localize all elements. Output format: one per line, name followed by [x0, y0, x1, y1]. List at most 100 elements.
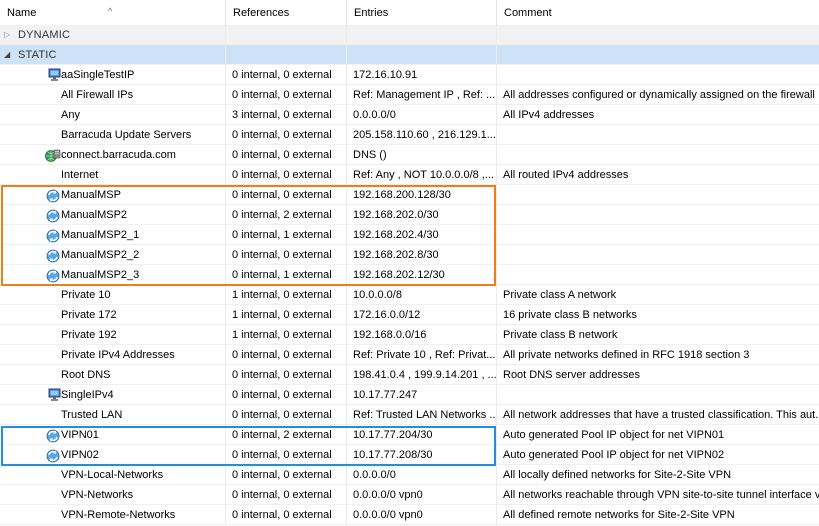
object-name: connect.barracuda.com	[61, 149, 176, 161]
column-header-name-label: Name	[7, 7, 37, 19]
table-row[interactable]: All Firewall IPs 0 internal, 0 external Re…	[0, 85, 819, 105]
table-row[interactable]: ManualMSP2_3 0 internal, 1 external 192.16…	[0, 265, 819, 285]
column-header-entries[interactable]: Entries	[347, 0, 497, 25]
network-host-icon	[47, 388, 61, 402]
name-cell: All Firewall IPs	[0, 85, 226, 105]
refresh-network-icon	[45, 428, 60, 443]
references-cell: 0 internal, 0 external	[226, 145, 347, 165]
references-cell: 1 internal, 0 external	[226, 305, 347, 325]
references-cell: 0 internal, 0 external	[226, 445, 347, 465]
object-name: Trusted LAN	[61, 409, 123, 421]
comment-cell	[497, 245, 819, 265]
references-cell: 0 internal, 1 external	[226, 265, 347, 285]
references-cell: 0 internal, 0 external	[226, 185, 347, 205]
name-cell: VPN-Remote-Networks	[0, 505, 226, 525]
name-cell: Private 172	[0, 305, 226, 325]
table-row[interactable]: VPN-Remote-Networks 0 internal, 0 externa…	[0, 505, 819, 525]
table-row[interactable]: Private 10 1 internal, 0 external 10.0.0.0…	[0, 285, 819, 305]
group-row-static[interactable]: ◢ STATIC	[0, 45, 819, 65]
entries-cell: 192.168.0.0/16	[347, 325, 497, 345]
entries-cell: Ref: Management IP , Ref: ...	[347, 85, 497, 105]
entries-cell: 172.16.10.91	[347, 65, 497, 85]
table-row[interactable]: ManualMSP 0 internal, 0 external 192.168.2…	[0, 185, 819, 205]
expand-arrow-icon[interactable]: ▷	[4, 25, 10, 45]
object-name: VPN-Networks	[61, 489, 134, 501]
entries-cell: 10.17.77.208/30	[347, 445, 497, 465]
name-cell: Private IPv4 Addresses	[0, 345, 226, 365]
entries-cell: 10.0.0.0/8	[347, 285, 497, 305]
object-name: ManualMSP2_1	[61, 229, 140, 241]
entries-cell: 192.168.202.8/30	[347, 245, 497, 265]
object-name: SingleIPv4	[61, 389, 114, 401]
comment-cell: 16 private class B networks	[503, 309, 637, 321]
table-row[interactable]: ManualMSP2 0 internal, 2 external 192.168.…	[0, 205, 819, 225]
object-name: VPN-Remote-Networks	[61, 509, 176, 521]
table-row[interactable]: Private 172 1 internal, 0 external 172.16.…	[0, 305, 819, 325]
table-row[interactable]: connect.barracuda.com 0 internal, 0 exter…	[0, 145, 819, 165]
entries-cell: Ref: Any , NOT 10.0.0.0/8 ,...	[347, 165, 497, 185]
comment-cell: All addresses configured or dynamically …	[503, 89, 815, 101]
comment-cell: Root DNS server addresses	[503, 369, 640, 381]
references-cell: 0 internal, 0 external	[226, 65, 347, 85]
table-row[interactable]: VIPN01 0 internal, 2 external 10.17.77.204…	[0, 425, 819, 445]
table-row[interactable]: VPN-Networks 0 internal, 0 external 0.0.0.…	[0, 485, 819, 505]
globe-host-icon	[45, 148, 61, 162]
column-header-name[interactable]: Name ^	[0, 0, 226, 25]
table-row[interactable]: ManualMSP2_1 0 internal, 1 external 192.16…	[0, 225, 819, 245]
object-name: aaSingleTestIP	[61, 69, 135, 81]
table-row[interactable]: Internet 0 internal, 0 external Ref: Any ,…	[0, 165, 819, 185]
name-cell: ManualMSP2_2	[0, 245, 226, 265]
object-name: Private 10	[61, 289, 111, 301]
references-cell: 3 internal, 0 external	[226, 105, 347, 125]
object-name: ManualMSP	[61, 189, 121, 201]
name-cell: Trusted LAN	[0, 405, 226, 425]
name-cell: aaSingleTestIP	[0, 65, 226, 85]
entries-cell: DNS ()	[347, 145, 497, 165]
comment-cell: All network addresses that have a truste…	[503, 409, 819, 421]
name-cell: Root DNS	[0, 365, 226, 385]
object-name: All Firewall IPs	[61, 89, 134, 101]
entries-cell: 0.0.0.0/0 vpn0	[347, 485, 497, 505]
group-name-cell: ▷ DYNAMIC	[0, 25, 226, 45]
comment-cell: Private class A network	[503, 289, 617, 301]
references-cell: 0 internal, 2 external	[226, 205, 347, 225]
refresh-network-icon	[45, 188, 60, 203]
name-cell: connect.barracuda.com	[0, 145, 226, 165]
table-row[interactable]: Trusted LAN 0 internal, 0 external Ref: Tr…	[0, 405, 819, 425]
references-cell: 0 internal, 0 external	[226, 165, 347, 185]
table-row[interactable]: ManualMSP2_2 0 internal, 0 external 192.16…	[0, 245, 819, 265]
group-row-dynamic[interactable]: ▷ DYNAMIC	[0, 25, 819, 45]
column-header-comment-label: Comment	[504, 7, 552, 19]
network-host-icon	[47, 68, 61, 82]
table-row[interactable]: SingleIPv4 0 internal, 0 external 10.17.77…	[0, 385, 819, 405]
table-row[interactable]: Private 192 1 internal, 0 external 192.168…	[0, 325, 819, 345]
collapse-arrow-icon[interactable]: ◢	[4, 45, 10, 65]
entries-cell: 205.158.110.60 , 216.129.1...	[347, 125, 497, 145]
references-cell: 0 internal, 0 external	[226, 85, 347, 105]
group-entries-cell	[347, 45, 497, 65]
group-name-cell: ◢ STATIC	[0, 45, 226, 65]
refresh-network-icon	[45, 248, 60, 263]
object-name: VPN-Local-Networks	[61, 469, 164, 481]
table-row[interactable]: VPN-Local-Networks 0 internal, 0 external…	[0, 465, 819, 485]
object-name: ManualMSP2_3	[61, 269, 140, 281]
object-name: VIPN01	[61, 429, 99, 441]
name-cell: VPN-Local-Networks	[0, 465, 226, 485]
column-header-references-label: References	[233, 7, 290, 19]
object-name: Barracuda Update Servers	[61, 129, 192, 141]
group-comment-cell	[497, 25, 819, 45]
name-cell: ManualMSP2_1	[0, 225, 226, 245]
table-row[interactable]: aaSingleTestIP 0 internal, 0 external 172.…	[0, 65, 819, 85]
column-header-references[interactable]: References	[226, 0, 347, 25]
column-header-comment[interactable]: Comment	[497, 0, 819, 25]
table-row[interactable]: Private IPv4 Addresses 0 internal, 0 exte…	[0, 345, 819, 365]
comment-cell: All defined remote networks for Site-2-S…	[503, 509, 735, 521]
object-name: Private 172	[61, 309, 117, 321]
entries-cell: 0.0.0.0/0	[347, 465, 497, 485]
table-row[interactable]: Any 3 internal, 0 external 0.0.0.0/0 All IP…	[0, 105, 819, 125]
entries-cell: 192.168.202.12/30	[347, 265, 497, 285]
table-row[interactable]: Root DNS 0 internal, 0 external 198.41.0.4…	[0, 365, 819, 385]
object-name: ManualMSP2_2	[61, 249, 140, 261]
table-row[interactable]: VIPN02 0 internal, 0 external 10.17.77.208…	[0, 445, 819, 465]
table-row[interactable]: Barracuda Update Servers 0 internal, 0 ex…	[0, 125, 819, 145]
